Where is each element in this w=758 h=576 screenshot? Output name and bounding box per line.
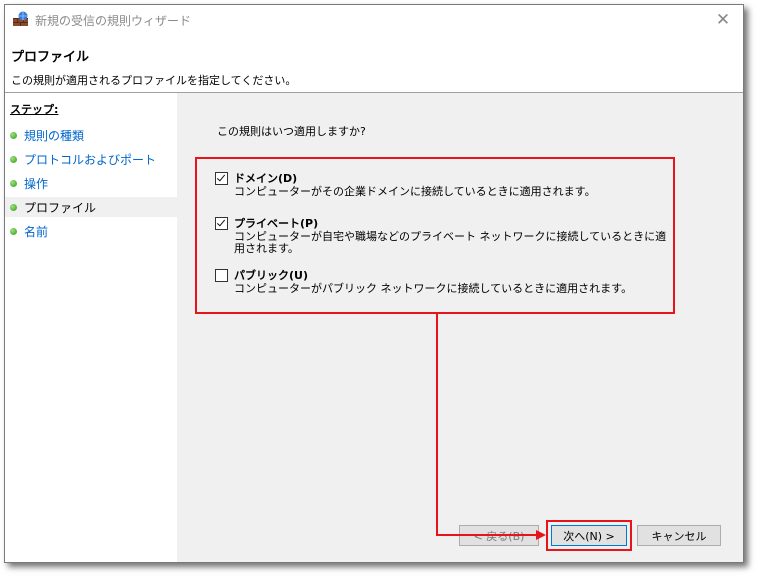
- steps-label: ステップ:: [10, 103, 59, 116]
- checkbox-checked-icon: [216, 217, 226, 226]
- wizard-window: 新規の受信の規則ウィザード ✕ プロファイル この規則が適用されるプロファイルを…: [4, 4, 744, 563]
- sidebar-item-action[interactable]: 操作: [9, 173, 175, 193]
- domain-label[interactable]: ドメイン(D): [234, 170, 297, 186]
- sidebar-item-name[interactable]: 名前: [9, 221, 175, 241]
- screenshot-canvas: 新規の受信の規則ウィザード ✕ プロファイル この規則が適用されるプロファイルを…: [0, 0, 758, 576]
- option-private: プライベート(P) コンピューターが自宅や職場などのプライベート ネットワークに…: [215, 215, 685, 255]
- private-checkbox[interactable]: [215, 216, 228, 230]
- sidebar-item-label: プロトコルおよびポート: [24, 152, 157, 167]
- page-header: プロファイル この規則が適用されるプロファイルを指定してください。: [5, 35, 743, 93]
- firewall-icon: [12, 11, 30, 27]
- window-title: 新規の受信の規則ウィザード: [35, 14, 192, 28]
- public-checkbox[interactable]: [215, 268, 228, 282]
- option-domain: ドメイン(D) コンピューターがその企業ドメインに接続しているときに適用されます…: [215, 170, 685, 198]
- sidebar-item-profile: プロファイル: [5, 197, 181, 217]
- domain-description: コンピューターがその企業ドメインに接続しているときに適用されます。: [234, 185, 596, 198]
- green-dot-icon: [10, 203, 17, 211]
- public-label[interactable]: パブリック(U): [234, 267, 308, 283]
- page-title: プロファイル: [11, 50, 90, 65]
- close-button[interactable]: ✕: [703, 5, 743, 35]
- main-content: この規則はいつ適用しますか? ドメイン(D) コンピューターがその企業ドメインに…: [177, 93, 743, 562]
- sidebar-item-label: プロファイル: [24, 200, 97, 215]
- public-description: コンピューターがパブリック ネットワークに接続しているときに適用されます。: [234, 282, 633, 295]
- close-icon: ✕: [715, 10, 731, 30]
- private-label[interactable]: プライベート(P): [234, 215, 318, 231]
- green-dot-icon: [10, 227, 17, 235]
- domain-checkbox[interactable]: [215, 171, 228, 185]
- next-button[interactable]: 次へ(N) >: [551, 525, 627, 546]
- green-dot-icon: [10, 155, 17, 163]
- sidebar-item-protocol-port[interactable]: プロトコルおよびポート: [9, 149, 175, 169]
- checkbox-checked-icon: [216, 172, 226, 181]
- back-button[interactable]: < 戻る(B): [459, 525, 539, 546]
- page-description: この規則が適用されるプロファイルを指定してください。: [11, 74, 297, 87]
- title-bar: 新規の受信の規則ウィザード ✕: [5, 5, 743, 35]
- sidebar-item-label: 名前: [24, 224, 49, 239]
- green-dot-icon: [10, 131, 17, 139]
- sidebar-item-label: 操作: [24, 176, 49, 191]
- question-text: この規則はいつ適用しますか?: [217, 125, 366, 138]
- option-public: パブリック(U) コンピューターがパブリック ネットワークに接続しているときに適…: [215, 267, 685, 295]
- cancel-button[interactable]: キャンセル: [637, 525, 721, 546]
- sidebar-item-rule-type[interactable]: 規則の種類: [9, 125, 175, 145]
- steps-sidebar: ステップ: 規則の種類 プロトコルおよびポート 操作 プロファイル 名前: [5, 93, 181, 562]
- sidebar-item-label: 規則の種類: [24, 128, 85, 143]
- green-dot-icon: [10, 179, 17, 187]
- private-description: コンピューターが自宅や職場などのプライベート ネットワークに接続しているときに適…: [234, 230, 667, 255]
